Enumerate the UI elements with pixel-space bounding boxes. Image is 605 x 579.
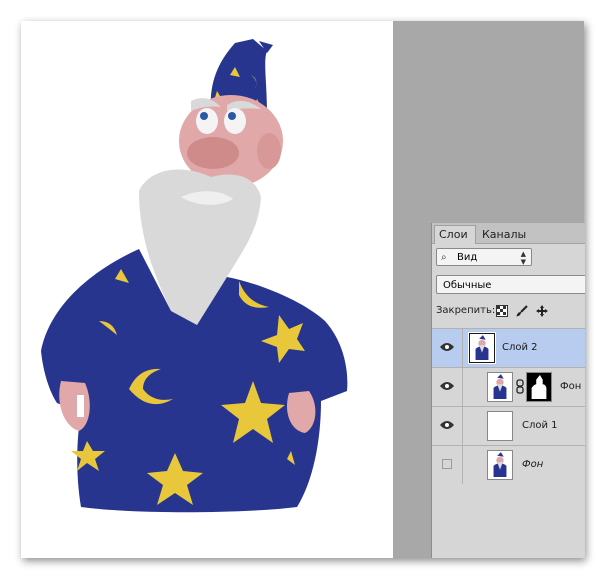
layer-row[interactable]: Фон <box>432 445 585 484</box>
layer-name: Фон <box>522 459 544 470</box>
chain-link-icon[interactable] <box>516 379 524 394</box>
search-icon: ⌕ <box>441 252 447 263</box>
kind-filter-value: Вид <box>457 252 478 263</box>
layer-thumbnail <box>468 332 496 364</box>
layers-panel: Слои Каналы ⌕ Вид ▲▼ Обычные Закрепить: <box>431 223 585 558</box>
lock-row: Закрепить: <box>436 301 548 321</box>
layer-row[interactable]: Слой 2 <box>432 328 585 367</box>
lock-paint-brush-icon[interactable] <box>516 305 528 317</box>
layer-mask-thumbnail[interactable] <box>526 372 552 402</box>
visibility-toggle[interactable] <box>432 368 463 406</box>
layer-row[interactable]: Слой 1 <box>432 406 585 445</box>
lock-transparent-icon[interactable] <box>496 305 508 317</box>
panel-tabs: Слои Каналы <box>432 223 585 244</box>
lock-move-icon[interactable] <box>536 305 548 317</box>
visibility-toggle[interactable] <box>432 329 463 367</box>
document-canvas[interactable] <box>21 21 393 558</box>
updown-arrows-icon: ▲ ▼ <box>520 250 526 266</box>
layer-name: Слой 2 <box>502 342 538 353</box>
layer-thumbnail <box>487 372 513 402</box>
layer-name: Слой 1 <box>522 420 558 431</box>
wizard-illustration <box>41 39 348 513</box>
eye-icon <box>440 421 454 429</box>
lock-label: Закрепить: <box>436 305 496 316</box>
visibility-off-box <box>442 459 452 469</box>
eye-icon <box>440 343 454 351</box>
layer-thumbnail <box>487 411 513 441</box>
visibility-toggle[interactable] <box>432 446 463 484</box>
layer-kind-filter-select[interactable]: ⌕ Вид ▲ ▼ <box>436 248 532 266</box>
tab-channels[interactable]: Каналы <box>478 226 536 243</box>
layer-row[interactable]: Фон <box>432 367 585 406</box>
visibility-toggle[interactable] <box>432 407 463 445</box>
tab-layers[interactable]: Слои <box>434 225 476 244</box>
layer-name: Фон <box>560 381 582 392</box>
blend-mode-select[interactable]: Обычные <box>436 275 585 294</box>
layer-thumbnail <box>487 450 513 480</box>
eye-icon <box>440 382 454 390</box>
